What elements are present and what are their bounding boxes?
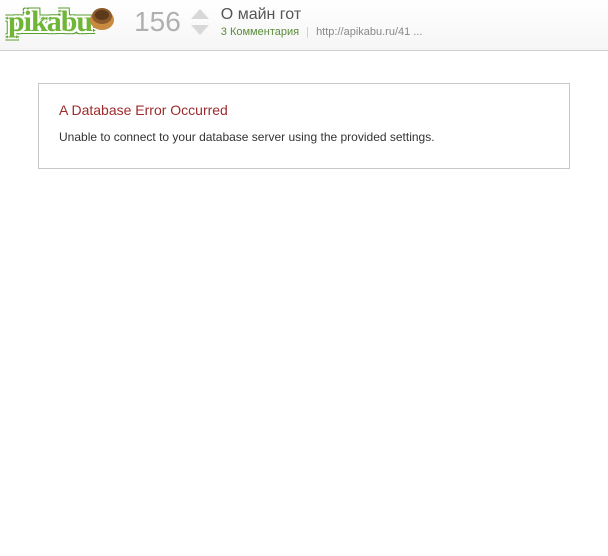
error-message: Unable to connect to your database serve… — [59, 130, 549, 144]
site-header: pikabu 156 О майн гот 3 Комментария | ht… — [0, 0, 608, 51]
vote-controls — [191, 9, 209, 35]
post-title[interactable]: О майн гот — [221, 6, 423, 24]
error-title: A Database Error Occurred — [59, 102, 549, 118]
error-box: A Database Error Occurred Unable to conn… — [38, 83, 570, 169]
content-area: A Database Error Occurred Unable to conn… — [0, 51, 608, 201]
cookie-icon — [88, 4, 116, 40]
logo-text: pikabu — [8, 5, 92, 39]
meta-separator: | — [306, 26, 309, 38]
source-url-link[interactable]: http://apikabu.ru/41 ... — [316, 26, 422, 38]
comments-link[interactable]: 3 Комментария — [221, 26, 299, 38]
site-logo[interactable]: pikabu — [8, 4, 116, 40]
downvote-icon[interactable] — [191, 25, 209, 35]
post-info: О майн гот 3 Комментария | http://apikab… — [221, 6, 423, 38]
upvote-icon[interactable] — [191, 9, 209, 19]
post-meta: 3 Комментария | http://apikabu.ru/41 ... — [221, 26, 423, 38]
vote-count: 156 — [134, 6, 181, 38]
